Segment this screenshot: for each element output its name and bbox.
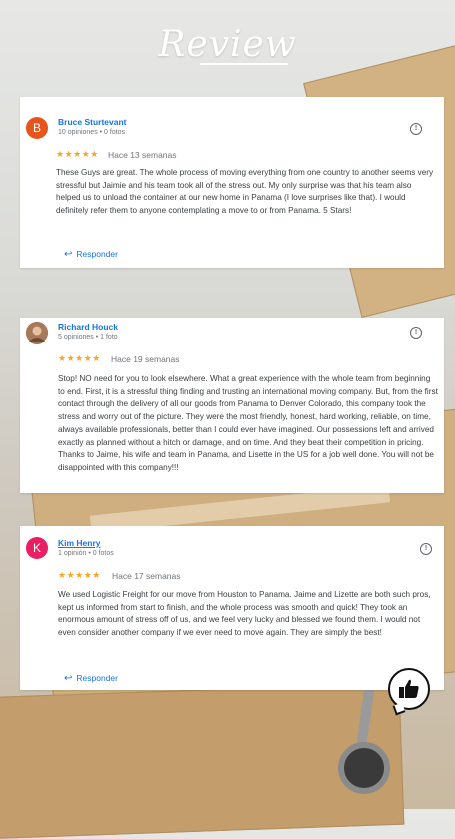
review-date: Hace 17 semanas xyxy=(112,571,181,581)
review-card: Richard Houck 5 opiniones • 1 foto ! ★★★… xyxy=(20,318,444,493)
reply-button[interactable]: ↩ Responder xyxy=(64,673,118,684)
reviewer-name[interactable]: Bruce Sturtevant xyxy=(58,117,127,127)
review-date: Hace 13 semanas xyxy=(108,150,177,160)
reviewer-name[interactable]: Richard Houck xyxy=(58,322,118,332)
avatar-photo-icon xyxy=(26,322,48,344)
avatar[interactable]: K xyxy=(26,537,48,559)
thumbs-up-icon xyxy=(388,668,430,710)
review-text: These Guys are great. The whole process … xyxy=(56,168,434,216)
report-flag-icon[interactable]: ! xyxy=(410,123,422,135)
page-title: Review xyxy=(158,24,297,65)
review-card: B Bruce Sturtevant 10 opiniones • 0 foto… xyxy=(20,97,444,268)
reply-label: Responder xyxy=(76,673,118,683)
thumbs-up-glyph xyxy=(399,679,419,698)
review-card: K Kim Henry 1 opinión • 0 fotos ! ★★★★★ … xyxy=(20,526,444,690)
avatar[interactable]: B xyxy=(26,117,48,139)
star-rating: ★★★★★ xyxy=(58,353,101,363)
reviewer-name[interactable]: Kim Henry xyxy=(58,538,101,548)
hand-truck-wheel xyxy=(338,742,390,794)
reviewer-meta: 1 opinión • 0 fotos xyxy=(58,550,114,557)
reply-arrow-icon: ↩ xyxy=(64,673,73,684)
review-text: Stop! NO need for you to look elsewhere.… xyxy=(58,374,438,472)
reply-button[interactable]: ↩ Responder xyxy=(64,249,118,260)
report-flag-icon[interactable]: ! xyxy=(420,543,432,555)
reply-label: Responder xyxy=(76,249,118,259)
title-underline xyxy=(200,63,288,65)
report-flag-icon[interactable]: ! xyxy=(410,327,422,339)
avatar[interactable] xyxy=(26,322,48,344)
review-text: We used Logistic Freight for our move fr… xyxy=(58,590,431,638)
reply-arrow-icon: ↩ xyxy=(64,249,73,260)
star-rating: ★★★★★ xyxy=(56,149,99,159)
reviewer-meta: 5 opiniones • 1 foto xyxy=(58,334,118,341)
reviewer-meta: 10 opiniones • 0 fotos xyxy=(58,129,126,136)
star-rating: ★★★★★ xyxy=(58,570,101,580)
review-date: Hace 19 semanas xyxy=(111,354,180,364)
